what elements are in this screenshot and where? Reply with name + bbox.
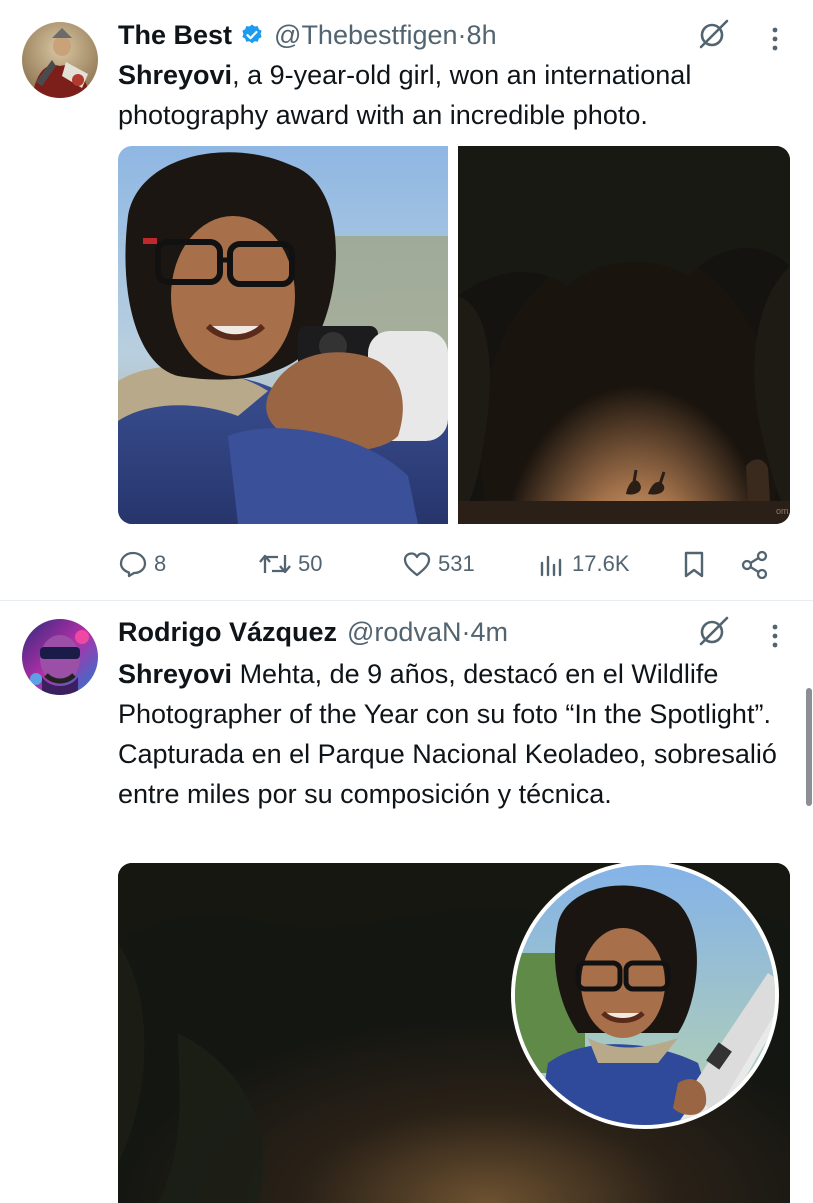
bookmark-icon bbox=[680, 549, 708, 579]
grok-icon[interactable] bbox=[697, 17, 731, 51]
forest-peacocks-photo[interactable]: om bbox=[458, 146, 790, 524]
mention-name: Shreyovi bbox=[118, 60, 233, 90]
like-button[interactable]: 531 bbox=[402, 542, 475, 586]
views-count: 17.6K bbox=[572, 551, 630, 576]
tweet-actions: 8 50 531 17.6K bbox=[118, 542, 790, 586]
more-vertical-icon[interactable] bbox=[768, 22, 782, 56]
author-name[interactable]: The Best bbox=[118, 20, 232, 51]
mention-name: Shreyovi bbox=[118, 659, 233, 689]
tweet-text: Shreyovi, a 9-year-old girl, won an inte… bbox=[118, 55, 790, 135]
reply-count: 8 bbox=[154, 551, 167, 576]
reply-icon bbox=[118, 549, 148, 579]
author-handle[interactable]: @rodvaN bbox=[347, 617, 461, 648]
verified-badge-icon bbox=[240, 23, 264, 47]
separator: · bbox=[461, 616, 471, 647]
timestamp[interactable]: 4m bbox=[470, 617, 508, 648]
watermark-text: om bbox=[776, 506, 789, 516]
share-button[interactable] bbox=[738, 542, 772, 586]
separator: · bbox=[457, 19, 467, 50]
grok-icon[interactable] bbox=[697, 614, 731, 648]
author-name[interactable]: Rodrigo Vázquez bbox=[118, 617, 337, 648]
repost-count: 50 bbox=[298, 551, 323, 576]
girl-with-camera-photo[interactable] bbox=[118, 146, 448, 524]
reply-button[interactable]: 8 bbox=[118, 542, 166, 586]
repost-icon bbox=[258, 549, 292, 579]
tweet[interactable]: The Best @Thebestfigen · 8h Shreyovi, a … bbox=[0, 0, 813, 601]
tweet-text: Shreyovi Mehta, de 9 años, destacó en el… bbox=[118, 654, 790, 814]
more-vertical-icon[interactable] bbox=[768, 619, 782, 653]
share-icon bbox=[738, 549, 772, 579]
tweet[interactable]: Rodrigo Vázquez @rodvaN · 4m Shreyovi Me… bbox=[0, 601, 813, 1203]
heart-icon bbox=[402, 549, 432, 579]
tweet-header: Rodrigo Vázquez @rodvaN · 4m bbox=[118, 615, 773, 649]
bookmark-button[interactable] bbox=[680, 542, 708, 586]
timestamp[interactable]: 8h bbox=[467, 20, 497, 51]
avatar[interactable] bbox=[22, 619, 98, 695]
views-button[interactable]: 17.6K bbox=[538, 542, 630, 586]
avatar[interactable] bbox=[22, 22, 98, 98]
views-icon bbox=[538, 549, 566, 579]
forest-with-girl-inset-photo[interactable] bbox=[118, 863, 790, 1203]
author-handle[interactable]: @Thebestfigen bbox=[274, 20, 458, 51]
like-count: 531 bbox=[438, 551, 475, 576]
scrollbar[interactable] bbox=[806, 688, 812, 806]
repost-button[interactable]: 50 bbox=[258, 542, 322, 586]
tweet-header: The Best @Thebestfigen · 8h bbox=[118, 18, 773, 52]
